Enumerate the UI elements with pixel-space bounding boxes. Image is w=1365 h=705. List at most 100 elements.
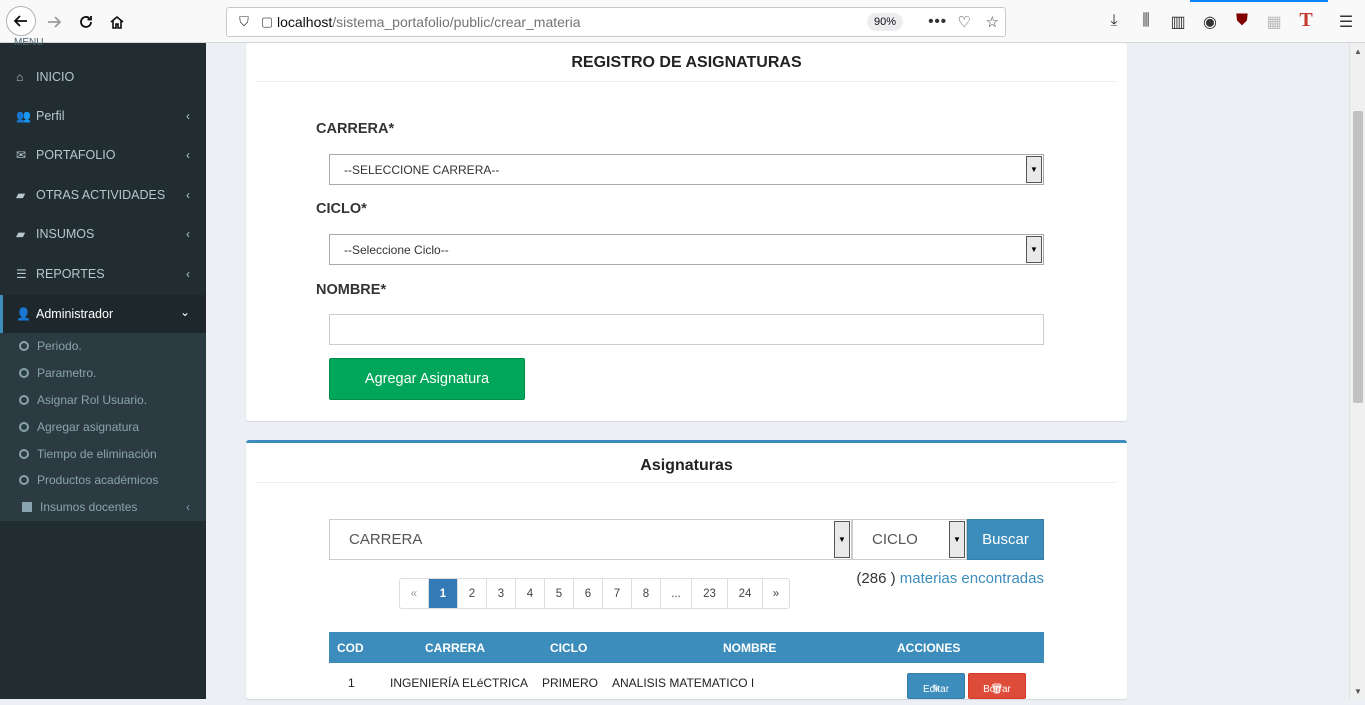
database-icon: ☰ bbox=[16, 267, 27, 281]
filter-carrera-select[interactable]: CARRERA ▼ bbox=[329, 519, 852, 560]
page-4[interactable]: 4 bbox=[515, 579, 544, 608]
chevron-left-icon: ‹ bbox=[186, 227, 190, 241]
circle-icon bbox=[19, 341, 29, 351]
dropdown-arrow-icon[interactable]: ▼ bbox=[834, 521, 850, 558]
tab-indicator bbox=[1190, 0, 1328, 2]
account-icon[interactable]: ◉ bbox=[1200, 12, 1220, 32]
buscar-button[interactable]: Buscar bbox=[967, 519, 1044, 560]
submenu-item-productos-academicos[interactable]: Productos académicos bbox=[0, 467, 206, 493]
circle-icon bbox=[19, 368, 29, 378]
page-3[interactable]: 3 bbox=[486, 579, 515, 608]
submenu-item-periodo[interactable]: Periodo. bbox=[0, 333, 206, 359]
more-actions-icon[interactable]: ••• bbox=[928, 13, 947, 30]
submenu-item-parametro[interactable]: Parametro. bbox=[0, 360, 206, 386]
submenu-item-label: Asignar Rol Usuario. bbox=[37, 393, 148, 407]
sidebar-item-inicio[interactable]: ⌂ INICIO bbox=[0, 59, 206, 95]
address-bar[interactable]: ⛉ ▢ localhost/sistema_portafolio/public/… bbox=[226, 7, 1006, 37]
download-icon[interactable]: ⤓ bbox=[1104, 12, 1124, 30]
ciclo-select[interactable]: --Seleccione Ciclo-- ▼ bbox=[329, 234, 1044, 265]
bookmark-star-icon[interactable]: ☆ bbox=[986, 13, 999, 31]
page-1[interactable]: 1 bbox=[428, 579, 457, 608]
chevron-left-icon: ‹ bbox=[186, 148, 190, 162]
divider bbox=[256, 81, 1117, 82]
form-title: REGISTRO DE ASIGNATURAS bbox=[571, 54, 802, 71]
ciclo-label: CICLO* bbox=[316, 201, 367, 217]
browser-toolbar: ⛉ ▢ localhost/sistema_portafolio/public/… bbox=[0, 0, 1365, 43]
submenu-item-asignar-rol[interactable]: Asignar Rol Usuario. bbox=[0, 387, 206, 413]
extension-icon[interactable]: ▦ bbox=[1264, 12, 1284, 32]
archive-icon bbox=[22, 502, 32, 512]
translate-extension-icon[interactable]: T bbox=[1296, 9, 1316, 32]
sidebar-item-reportes[interactable]: ☰ REPORTES ‹ bbox=[0, 256, 206, 292]
nombre-input[interactable] bbox=[329, 314, 1044, 345]
agregar-asignatura-button[interactable]: Agregar Asignatura bbox=[329, 358, 525, 400]
result-count-link[interactable]: materias encontradas bbox=[900, 570, 1044, 587]
submenu-item-tiempo-eliminacion[interactable]: Tiempo de eliminación bbox=[0, 441, 206, 467]
page-5[interactable]: 5 bbox=[544, 579, 573, 608]
users-icon: 👥 bbox=[16, 109, 31, 123]
sidebar-item-administrador[interactable]: 👤 Administrador ⌄ bbox=[0, 295, 206, 333]
submenu-item-agregar-asignatura[interactable]: Agregar asignatura bbox=[0, 414, 206, 440]
submenu-item-label: Parametro. bbox=[37, 366, 97, 380]
submenu-item-insumos-docentes[interactable]: Insumos docentes ‹ bbox=[0, 494, 206, 520]
page-next[interactable]: » bbox=[762, 579, 789, 608]
reload-button[interactable] bbox=[72, 8, 100, 36]
cell-cod: 1 bbox=[348, 675, 355, 690]
reload-icon bbox=[80, 16, 92, 28]
sidebar: MENU ⌂ INICIO 👥 Perfil ‹ ✉ PORTAFOLIO ‹ … bbox=[0, 37, 206, 699]
forward-button[interactable] bbox=[40, 8, 68, 36]
cell-carrera: INGENIERÍA ELéCTRICA bbox=[390, 675, 529, 690]
chevron-left-icon: ‹ bbox=[186, 267, 190, 281]
folder-open-icon: ▰ bbox=[16, 227, 26, 241]
page-7[interactable]: 7 bbox=[602, 579, 631, 608]
result-count: (286 ) materias encontradas bbox=[856, 570, 1044, 587]
sidebar-item-portafolio[interactable]: ✉ PORTAFOLIO ‹ bbox=[0, 137, 206, 173]
submenu-item-label: Tiempo de eliminación bbox=[37, 447, 157, 461]
table-row: 1 INGENIERÍA ELéCTRICA PRIMERO ANALISIS … bbox=[329, 667, 1044, 699]
page-icon[interactable]: ▢ bbox=[257, 14, 277, 30]
sidebar-item-label: INSUMOS bbox=[36, 227, 95, 241]
page-8[interactable]: 8 bbox=[631, 579, 660, 608]
home-button[interactable] bbox=[103, 8, 131, 36]
arrow-left-icon bbox=[13, 15, 27, 27]
ublock-icon[interactable]: ⛊ bbox=[1232, 12, 1252, 30]
sidebar-item-label: INICIO bbox=[36, 70, 75, 84]
user-icon: 👤 bbox=[16, 307, 31, 321]
page-ellipsis: ... bbox=[660, 579, 691, 608]
scroll-down-icon[interactable]: ▼ bbox=[1354, 687, 1362, 696]
sidebar-item-otras-actividades[interactable]: ▰ OTRAS ACTIVIDADES ‹ bbox=[0, 177, 206, 213]
page-23[interactable]: 23 bbox=[691, 579, 727, 608]
edit-button[interactable]: Editar ✎ bbox=[907, 673, 965, 699]
scroll-up-icon[interactable]: ▲ bbox=[1354, 47, 1362, 56]
filter-carrera-value: CARRERA bbox=[349, 531, 423, 548]
zoom-badge[interactable]: 90% bbox=[866, 13, 903, 31]
page-prev[interactable]: « bbox=[400, 579, 428, 608]
sidebar-item-label: OTRAS ACTIVIDADES bbox=[36, 188, 166, 202]
library-icon[interactable]: ⫼ bbox=[1136, 12, 1156, 30]
filter-ciclo-select[interactable]: CICLO ▼ bbox=[852, 519, 967, 560]
page-2[interactable]: 2 bbox=[457, 579, 486, 608]
pocket-icon[interactable]: ♡ bbox=[958, 13, 971, 31]
back-button[interactable] bbox=[6, 6, 36, 36]
page-scrollbar[interactable]: ▲ ▼ bbox=[1349, 43, 1365, 699]
page-6[interactable]: 6 bbox=[573, 579, 602, 608]
page-24[interactable]: 24 bbox=[727, 579, 762, 608]
dropdown-arrow-icon[interactable]: ▼ bbox=[1026, 156, 1042, 183]
delete-button[interactable]: Borrar 🗑 bbox=[968, 673, 1026, 699]
dropdown-arrow-icon[interactable]: ▼ bbox=[949, 521, 965, 558]
shield-icon[interactable]: ⛉ bbox=[231, 14, 257, 30]
sidebar-item-insumos[interactable]: ▰ INSUMOS ‹ bbox=[0, 216, 206, 252]
sidebar-item-perfil[interactable]: 👥 Perfil ‹ bbox=[0, 98, 206, 134]
scrollbar-thumb[interactable] bbox=[1353, 111, 1363, 403]
col-nombre: NOMBRE bbox=[723, 640, 777, 655]
pagination: « 1 2 3 4 5 6 7 8 ... 23 24 » bbox=[399, 578, 790, 609]
nombre-label: NOMBRE* bbox=[316, 282, 387, 298]
dropdown-arrow-icon[interactable]: ▼ bbox=[1026, 236, 1042, 263]
trash-icon: 🗑 bbox=[990, 684, 1004, 695]
sidebar-toggle-icon[interactable]: ▥ bbox=[1168, 12, 1188, 32]
circle-icon bbox=[19, 449, 29, 459]
folder-open-icon: ▰ bbox=[16, 188, 26, 202]
carrera-select[interactable]: --SELECCIONE CARRERA-- ▼ bbox=[329, 154, 1044, 185]
col-acciones: ACCIONES bbox=[897, 640, 961, 655]
menu-icon[interactable]: ☰ bbox=[1336, 12, 1356, 32]
